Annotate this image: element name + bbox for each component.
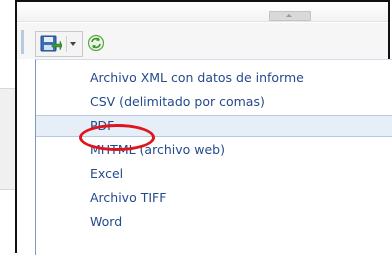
menu-item-tiff[interactable]: Archivo TIFF <box>36 187 392 209</box>
export-format-menu: Archivo XML con datos de informe CSV (de… <box>35 59 392 255</box>
menu-item-word[interactable]: Word <box>36 211 392 233</box>
split-divider <box>66 36 67 52</box>
red-highlight-circle <box>79 124 155 151</box>
menu-item-csv[interactable]: CSV (delimitado por comas) <box>36 91 392 113</box>
export-dropdown-button[interactable] <box>35 31 83 57</box>
report-toolbar <box>17 23 388 59</box>
collapse-splitter[interactable] <box>269 11 311 21</box>
save-disk-icon <box>40 35 62 52</box>
screenshot-frame: Archivo XML con datos de informe CSV (de… <box>15 0 392 255</box>
menu-item-excel[interactable]: Excel <box>36 163 392 185</box>
background-page-edge <box>0 88 16 190</box>
chevron-down-icon[interactable] <box>70 42 76 46</box>
refresh-icon[interactable] <box>87 34 105 52</box>
menu-item-xml[interactable]: Archivo XML con datos de informe <box>36 67 392 89</box>
collapse-arrow-icon <box>286 14 292 17</box>
toolbar-edge <box>21 30 24 54</box>
top-strip <box>17 2 388 22</box>
